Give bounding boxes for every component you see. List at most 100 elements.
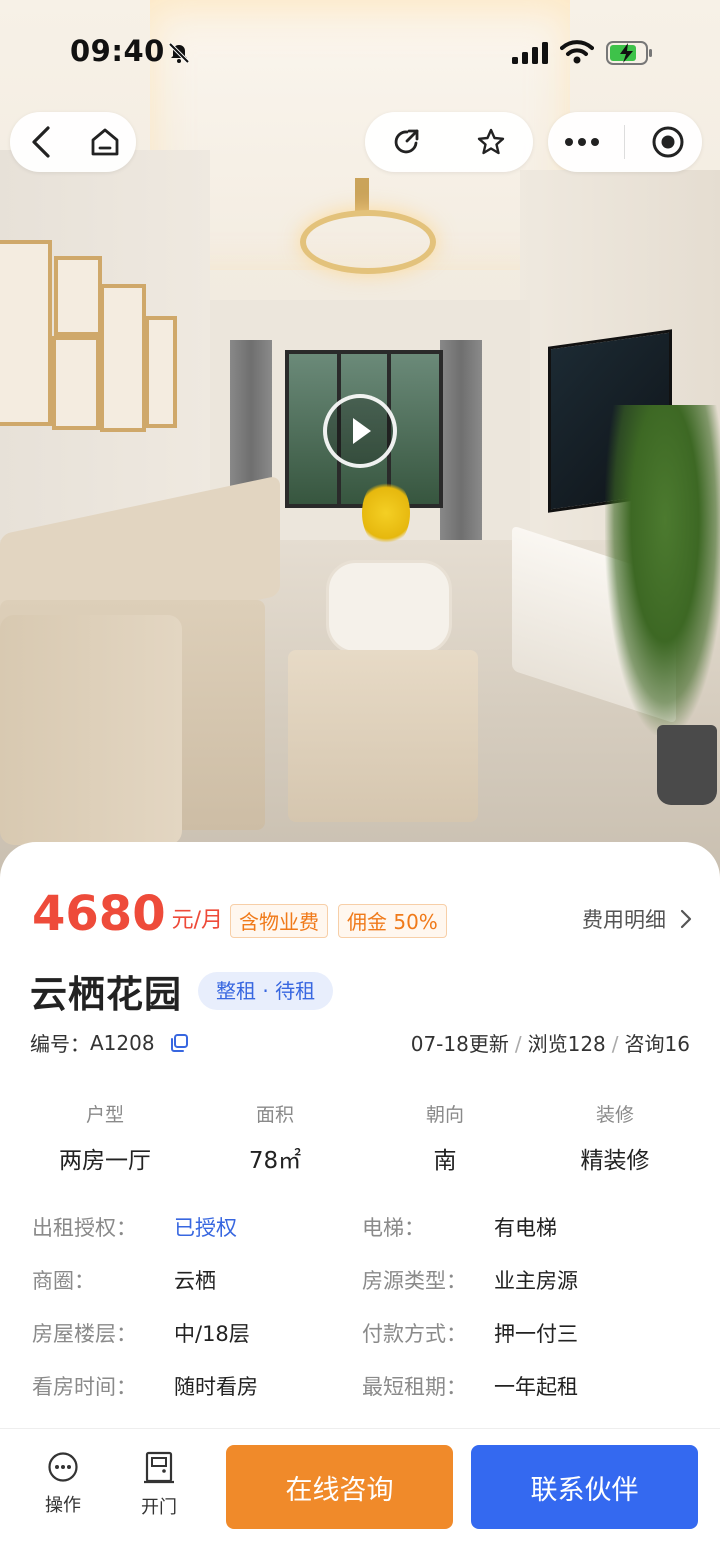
meta-separator: / (514, 1032, 522, 1056)
operate-button[interactable]: 操作 (28, 1451, 98, 1517)
contact-partner-button[interactable]: 联系伙伴 (471, 1445, 698, 1529)
nav-capsule-middle (365, 112, 533, 172)
photo-flowers (362, 478, 410, 548)
nav-capsule-right (548, 112, 702, 172)
listing-id-value: A1208 (90, 1030, 155, 1055)
view-count: 浏览128 (527, 1032, 606, 1056)
detail-label: 电梯： (362, 1216, 425, 1240)
detail-label: 最短租期： (362, 1375, 467, 1399)
bottom-action-bar: 操作 开门 在线咨询 联系伙伴 (0, 1428, 720, 1561)
detail-row: 商圈： 云栖 房源类型： 业主房源 (32, 1265, 712, 1318)
chevron-right-icon (680, 909, 692, 929)
copy-icon[interactable] (169, 1033, 189, 1053)
status-bar: 09:40 (0, 0, 720, 100)
photo-chandelier-stem (355, 178, 369, 212)
share-button[interactable] (382, 117, 432, 167)
video-play-button[interactable] (323, 394, 397, 468)
signal-icon (512, 42, 548, 64)
spec-label: 户型 (85, 1104, 124, 1126)
more-button[interactable] (557, 117, 607, 167)
consult-count: 咨询16 (624, 1032, 690, 1056)
spec-label: 面积 (255, 1104, 294, 1126)
spec-label: 装修 (595, 1104, 634, 1126)
online-consult-button[interactable]: 在线咨询 (226, 1445, 453, 1529)
spec-area: 面积 78㎡ (190, 1100, 360, 1175)
door-icon (144, 1451, 174, 1484)
detail-value: 一年起租 (494, 1375, 578, 1399)
photo-ottoman (288, 650, 478, 822)
photo-plant-pot (657, 725, 717, 805)
photo-frame (52, 336, 100, 430)
tag-commission: 佣金 50% (338, 904, 447, 938)
target-icon (652, 126, 684, 158)
detail-label: 房源类型： (362, 1269, 467, 1293)
tag-property-fee: 含物业费 (230, 904, 328, 938)
spec-layout: 户型 两房一厅 (20, 1100, 190, 1175)
photo-frame (0, 240, 52, 426)
detail-row: 看房时间： 随时看房 最短租期： 一年起租 (32, 1371, 712, 1424)
detail-label: 商圈： (32, 1269, 95, 1293)
play-icon (353, 418, 371, 444)
photo-plant (605, 405, 720, 735)
photo-frame (145, 316, 177, 428)
updated-date: 07-18更新 (410, 1032, 509, 1056)
back-button[interactable] (17, 117, 67, 167)
more-circle-icon (48, 1452, 78, 1482)
share-icon (394, 129, 419, 154)
detail-label: 出租授权： (32, 1216, 137, 1240)
photo-frame (54, 256, 102, 336)
listing-id-row: 编号： A1208 (30, 1028, 189, 1057)
detail-value: 随时看房 (174, 1375, 258, 1399)
listing-id-label: 编号： (30, 1032, 90, 1056)
operate-label: 操作 (45, 1495, 81, 1516)
spec-decoration: 装修 精装修 (530, 1100, 700, 1175)
photo-chandelier (300, 210, 436, 274)
detail-value: 中/18层 (174, 1322, 250, 1346)
fee-detail-link[interactable]: 费用明细 (582, 904, 692, 934)
spec-value: 南 (433, 1148, 457, 1174)
spec-orientation: 朝向 南 (360, 1100, 530, 1175)
spec-label: 朝向 (425, 1104, 464, 1126)
meta-separator: / (611, 1032, 619, 1056)
spec-value: 精装修 (580, 1148, 650, 1174)
detail-list: 出租授权： 已授权 电梯： 有电梯 商圈： 云栖 房源类型： 业主房源 房屋楼层… (32, 1212, 712, 1424)
more-icon (564, 138, 599, 146)
spec-value: 两房一厅 (59, 1148, 151, 1174)
detail-value: 押一付三 (494, 1322, 578, 1346)
rent-price-unit: 元/月 (171, 908, 224, 933)
favorite-button[interactable] (466, 117, 516, 167)
title-row: 云栖花园 整租 · 待租 (30, 964, 334, 1018)
back-icon (31, 126, 50, 158)
detail-row: 出租授权： 已授权 电梯： 有电梯 (32, 1212, 712, 1265)
star-icon (477, 128, 505, 155)
bell-off-icon (168, 42, 190, 64)
detail-value-authorized[interactable]: 已授权 (174, 1212, 237, 1242)
fee-detail-label: 费用明细 (582, 908, 666, 932)
detail-row: 房屋楼层： 中/18层 付款方式： 押一付三 (32, 1318, 712, 1371)
photo-frame (100, 284, 146, 432)
battery-charging-icon (606, 41, 652, 65)
detail-label: 付款方式： (362, 1322, 467, 1346)
detail-value: 有电梯 (494, 1216, 557, 1240)
rent-price: 4680 (32, 886, 166, 942)
spec-value: 78㎡ (248, 1148, 302, 1174)
photo-coffee-table (326, 560, 452, 654)
home-button[interactable] (80, 117, 130, 167)
home-icon (91, 128, 118, 156)
capsule-divider (624, 125, 626, 159)
spec-summary: 户型 两房一厅 面积 78㎡ 朝向 南 装修 精装修 (20, 1100, 700, 1175)
detail-label: 看房时间： (32, 1375, 137, 1399)
rent-status-badge: 整租 · 待租 (198, 972, 334, 1010)
status-time: 09:40 (70, 34, 165, 68)
open-door-button[interactable]: 开门 (124, 1451, 194, 1519)
price-row: 4680 元/月 (32, 890, 223, 938)
detail-value: 云栖 (174, 1269, 216, 1293)
detail-label: 房屋楼层： (32, 1322, 137, 1346)
listing-title: 云栖花园 (30, 973, 182, 1016)
close-miniprogram-button[interactable] (643, 117, 693, 167)
wifi-icon (560, 40, 594, 64)
open-door-label: 开门 (141, 1497, 177, 1518)
photo-curtain (440, 340, 482, 540)
listing-meta: 07-18更新 / 浏览128/咨询16 (411, 1028, 690, 1057)
detail-value: 业主房源 (494, 1269, 578, 1293)
